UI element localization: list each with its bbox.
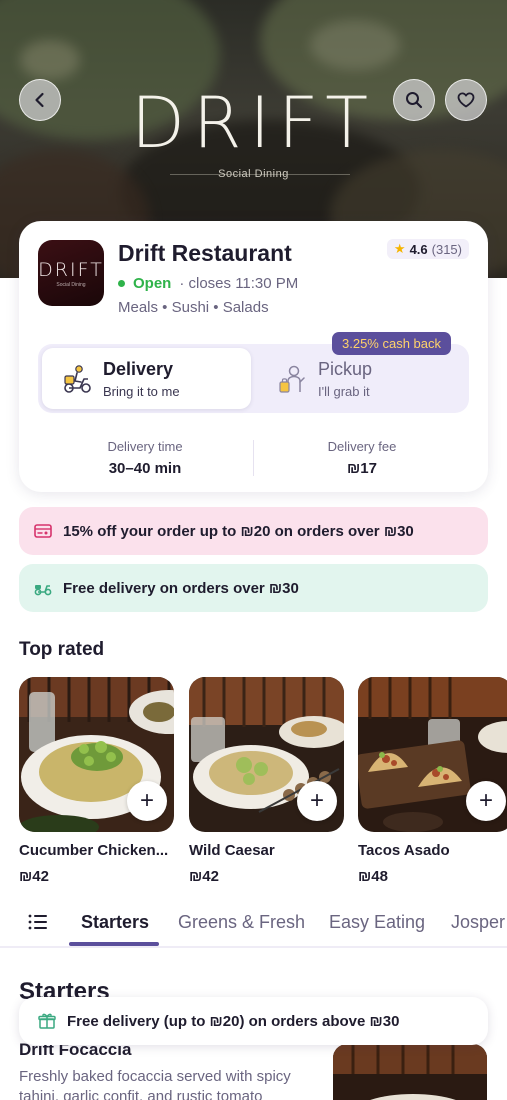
scooter-icon <box>64 364 91 393</box>
dish-price: ₪48 <box>358 868 388 885</box>
dish-photo-focaccia <box>333 1044 487 1100</box>
list-icon[interactable] <box>28 914 47 930</box>
discount-promo[interactable]: 15% off your order up to ₪20 on orders o… <box>19 507 488 555</box>
tab-easy-eating[interactable]: Easy Eating <box>329 912 425 933</box>
dish-price: ₪42 <box>189 868 219 885</box>
favorite-button[interactable] <box>445 79 487 121</box>
dish-image: + <box>189 677 344 832</box>
rating-value: 4.6 <box>409 241 428 257</box>
scooter-icon <box>34 585 52 596</box>
hero-logo-subtitle: Social Dining <box>218 168 289 180</box>
chevron-left-icon <box>35 92 44 108</box>
delivery-fee-label: Delivery fee <box>327 439 397 454</box>
dish-image[interactable] <box>333 1044 487 1100</box>
cuisine-tags: Meals • Sushi • Salads <box>118 299 269 316</box>
delivery-option[interactable]: Delivery Bring it to me <box>42 348 251 409</box>
delivery-subtitle: Bring it to me <box>103 383 180 399</box>
dish-image: + <box>19 677 174 832</box>
delivery-fee-value: ₪17 <box>347 460 377 477</box>
dish-description: Freshly baked focaccia served with spicy… <box>19 1068 291 1100</box>
top-rated-title: Top rated <box>19 639 105 660</box>
tab-starters[interactable]: Starters <box>81 912 149 933</box>
gift-icon <box>38 1013 56 1029</box>
pickup-option[interactable]: Pickup I'll grab it <box>257 348 465 409</box>
open-status: Open · closes 11:30 PM <box>118 275 298 292</box>
fee-divider <box>253 440 254 476</box>
restaurant-name: Drift Restaurant <box>118 240 292 266</box>
delivery-fee: Delivery fee ₪17 <box>262 439 462 477</box>
heart-icon <box>457 92 475 108</box>
back-button[interactable] <box>19 79 61 121</box>
dish-name: Tacos Asado <box>358 842 450 859</box>
discount-promo-text: 15% off your order up to ₪20 on orders o… <box>63 522 414 540</box>
status-dot-icon <box>118 280 125 287</box>
restaurant-info-card: DRIFT Social Dining Drift Restaurant ★ 4… <box>19 221 488 492</box>
pickup-bag-icon <box>279 365 305 393</box>
pickup-title: Pickup <box>318 358 373 379</box>
dish-price: ₪42 <box>19 868 49 885</box>
star-icon: ★ <box>393 241 406 256</box>
dish-name: Cucumber Chicken... <box>19 842 169 859</box>
free-delivery-promo[interactable]: Free delivery on orders over ₪30 <box>19 564 488 612</box>
pickup-subtitle: I'll grab it <box>318 383 370 399</box>
tab-josper[interactable]: Josper <box>451 912 505 933</box>
review-count: (315) <box>431 241 462 257</box>
search-button[interactable] <box>393 79 435 121</box>
menu-category-tabs: Starters Greens & Fresh Easy Eating Josp… <box>0 898 507 948</box>
search-icon <box>406 92 423 109</box>
top-rated-item[interactable]: + Wild Caesar ₪42 <box>189 677 344 885</box>
cashback-badge: 3.25% cash back <box>332 332 452 355</box>
status-text: Open <box>133 275 172 292</box>
top-rated-item[interactable]: + Cucumber Chicken... ₪42 <box>19 677 174 885</box>
closing-time: · closes 11:30 PM <box>179 275 299 292</box>
delivery-time: Delivery time 30–40 min <box>45 439 245 477</box>
tab-greens-fresh[interactable]: Greens & Fresh <box>178 912 305 933</box>
add-to-cart-button[interactable]: + <box>297 781 337 821</box>
add-to-cart-button[interactable]: + <box>127 781 167 821</box>
dish-name: Wild Caesar <box>189 842 275 859</box>
restaurant-logo: DRIFT Social Dining <box>38 240 104 306</box>
free-delivery-banner[interactable]: Free delivery (up to ₪20) on orders abov… <box>19 997 488 1045</box>
dish-image: + <box>358 677 507 832</box>
top-rated-item[interactable]: + Tacos Asado ₪48 <box>358 677 507 885</box>
active-tab-indicator <box>69 942 159 946</box>
delivery-title: Delivery <box>103 358 174 379</box>
add-to-cart-button[interactable]: + <box>466 781 506 821</box>
coupon-icon <box>34 524 52 538</box>
free-delivery-promo-text: Free delivery on orders over ₪30 <box>63 579 299 597</box>
delivery-time-label: Delivery time <box>107 439 183 454</box>
free-delivery-banner-text: Free delivery (up to ₪20) on orders abov… <box>67 1012 400 1030</box>
rating-badge[interactable]: ★ 4.6 (315) <box>386 239 469 259</box>
delivery-time-value: 30–40 min <box>108 460 182 477</box>
